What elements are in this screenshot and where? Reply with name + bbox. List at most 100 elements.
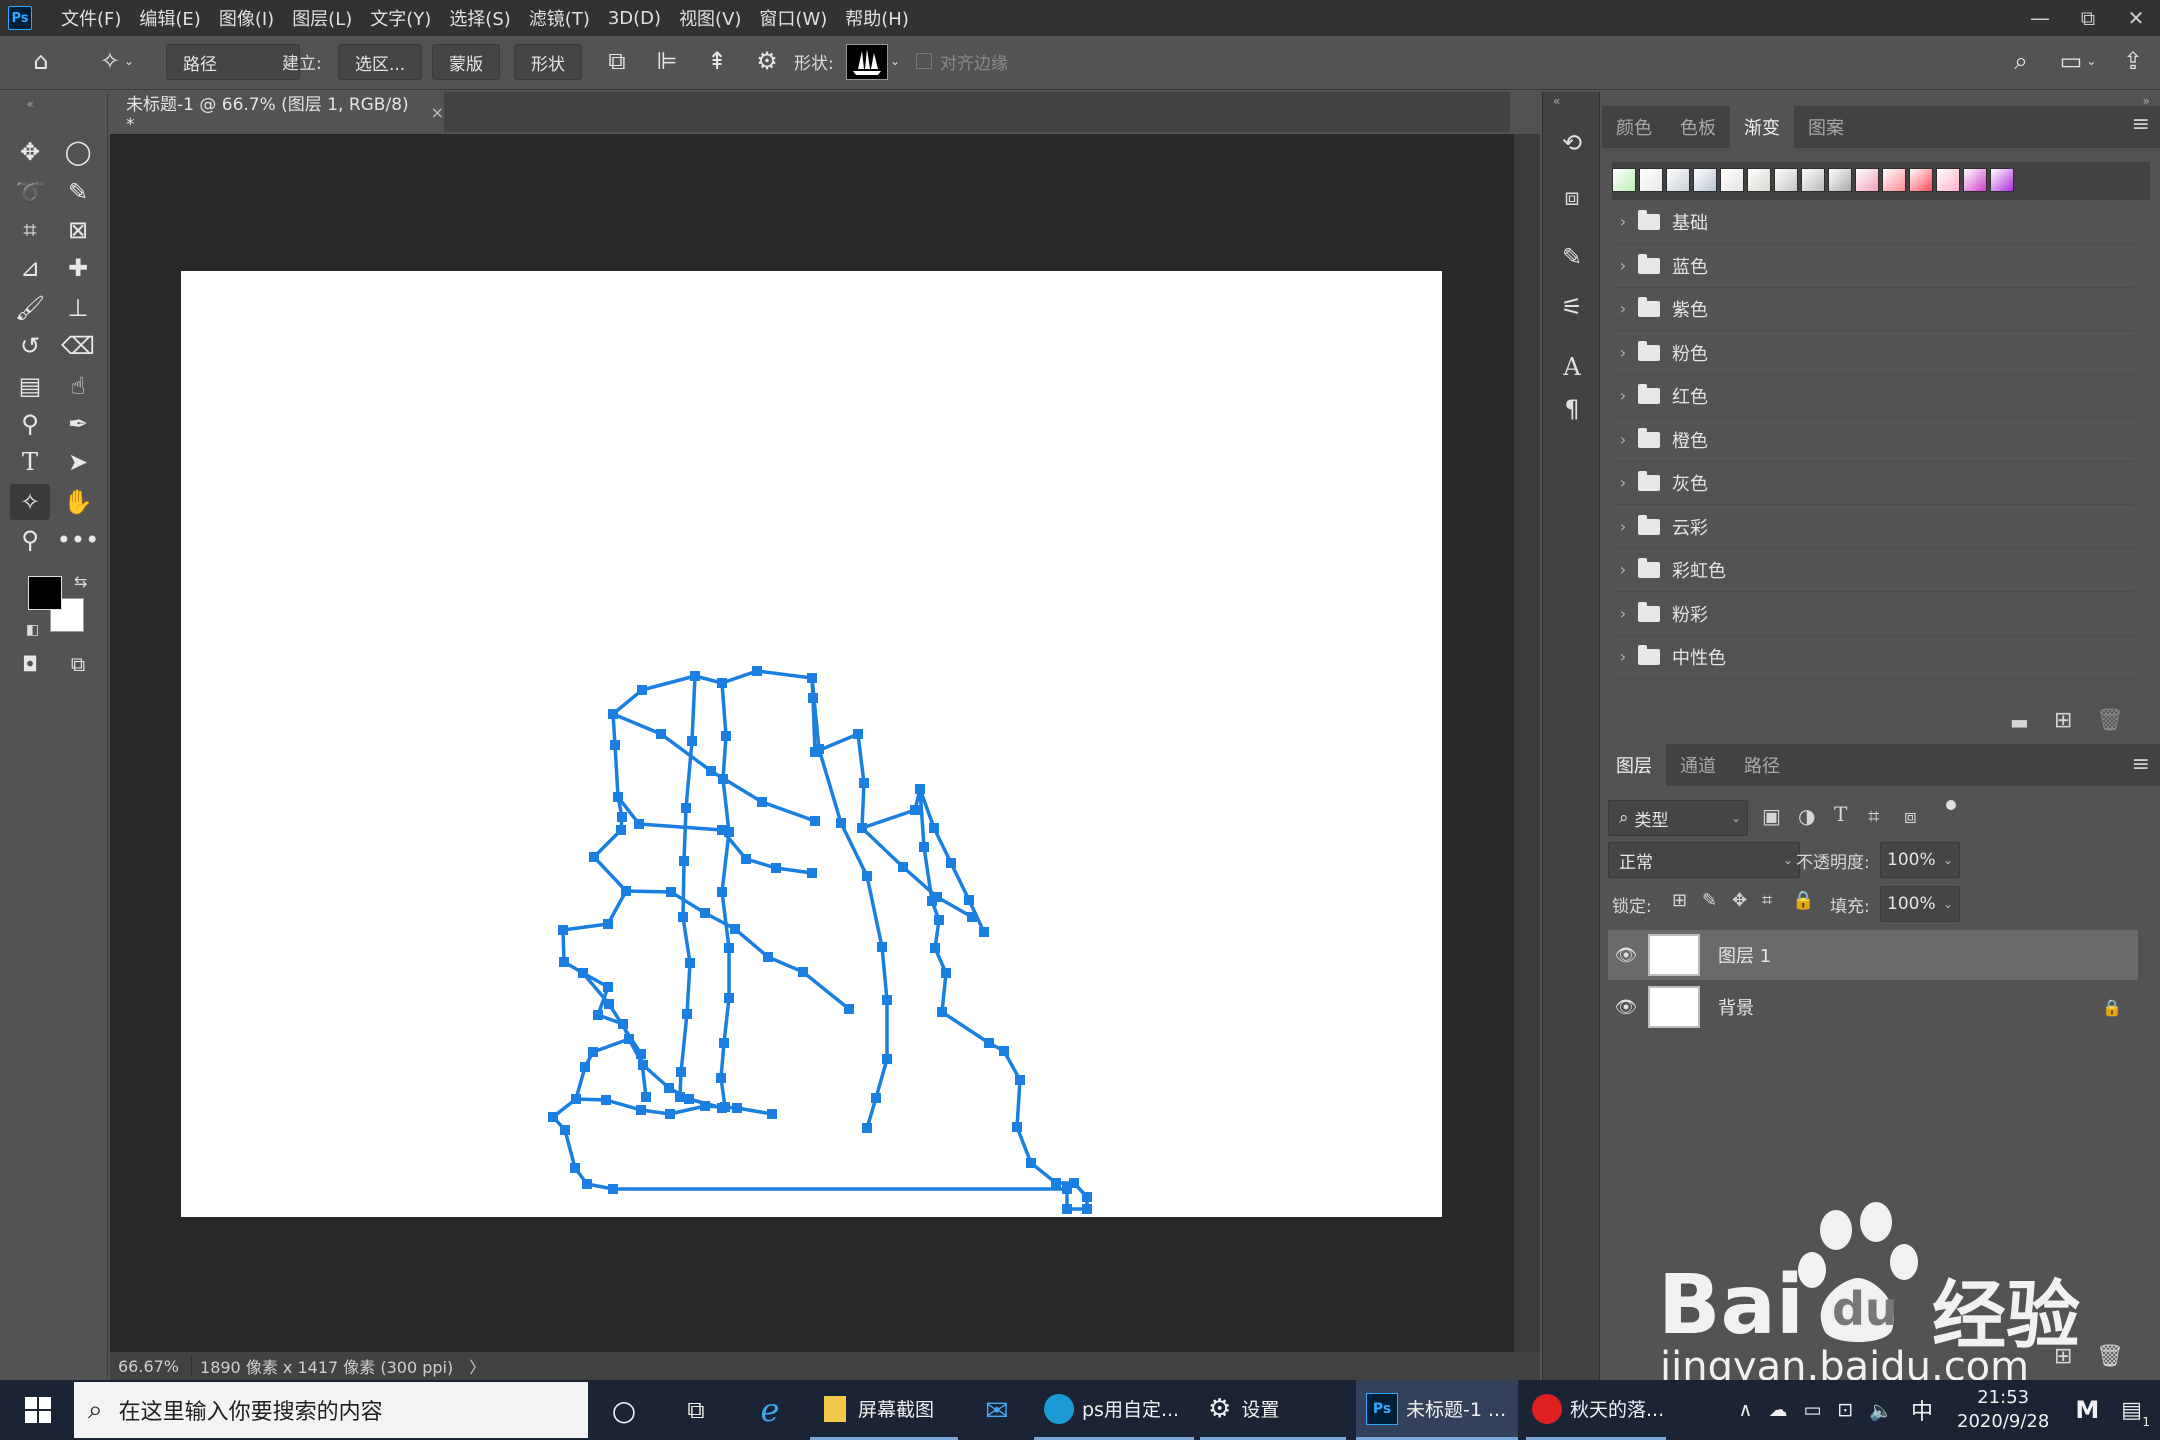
battery-icon[interactable]: ▭ [1795, 1399, 1829, 1421]
gradient-folder[interactable]: › 紫色 [1612, 287, 2134, 331]
gradient-folder[interactable]: › 粉彩 [1612, 592, 2134, 636]
pen-tool-icon[interactable]: ✒ [58, 406, 98, 442]
path-anchor-point[interactable] [741, 854, 751, 864]
collapse-toolbar-icon[interactable]: « [10, 96, 50, 112]
zoom-tool-icon[interactable]: ⚲ [10, 522, 50, 558]
layer-row[interactable]: 👁 图层 1 [1608, 930, 2138, 980]
volume-icon[interactable]: 🔈 [1861, 1399, 1901, 1422]
path-anchor-point[interactable] [862, 1123, 872, 1133]
path-anchor-point[interactable] [984, 1038, 994, 1048]
path-anchor-point[interactable] [617, 812, 627, 822]
minimize-button[interactable]: — [2016, 0, 2064, 36]
hand-tool-icon[interactable]: ✋ [58, 484, 98, 520]
path-anchor-point[interactable] [634, 819, 644, 829]
path-anchor-point[interactable] [548, 1112, 558, 1122]
gradient-swatch[interactable] [1801, 168, 1825, 192]
close-icon[interactable]: × [431, 103, 444, 122]
path-anchor-point[interactable] [616, 825, 626, 835]
shape-picker-ship-icon[interactable] [846, 44, 888, 80]
path-anchor-point[interactable] [717, 678, 727, 688]
path-anchor-point[interactable] [621, 886, 631, 896]
path-anchor-point[interactable] [1026, 1158, 1036, 1168]
menu-filter[interactable]: 滤镜(T) [520, 5, 599, 31]
notification-icon[interactable]: ▤ 1 [2111, 1398, 2160, 1429]
eye-icon[interactable]: 👁 [1608, 997, 1644, 1018]
path-anchor-point[interactable] [862, 871, 872, 881]
path-anchor-point[interactable] [844, 1004, 854, 1014]
path-anchor-point[interactable] [752, 666, 762, 676]
brush-tool-icon[interactable]: 🖌 [10, 290, 50, 326]
path-anchor-point[interactable] [798, 967, 808, 977]
path-anchor-point[interactable] [718, 774, 728, 784]
clock[interactable]: 21:53 2020/9/28 [1943, 1386, 2063, 1434]
taskbar-item-edge[interactable]: ps用自定... [1034, 1380, 1194, 1440]
gradient-swatch[interactable] [1963, 168, 1987, 192]
tab-channels[interactable]: 通道 [1666, 744, 1730, 786]
menu-edit[interactable]: 编辑(E) [130, 5, 209, 31]
path-anchor-point[interactable] [681, 803, 691, 813]
path-anchor-point[interactable] [571, 1094, 581, 1104]
gradient-swatch[interactable] [1936, 168, 1960, 192]
path-anchor-point[interactable] [593, 1010, 603, 1020]
path-anchor-point[interactable] [641, 1092, 651, 1102]
path-anchor-point[interactable] [1062, 1204, 1072, 1214]
path-anchor-point[interactable] [853, 729, 863, 739]
path-anchor-point[interactable] [603, 982, 613, 992]
custom-shape-tool-preset-icon[interactable]: ✧ ⌄ [88, 44, 146, 78]
gradient-folder[interactable]: › 彩虹色 [1612, 548, 2134, 592]
taskbar-item-photoshop[interactable]: Ps 未标题-1 ... [1356, 1380, 1518, 1440]
path-anchor-point[interactable] [675, 1092, 685, 1102]
path-anchor-point[interactable] [582, 1179, 592, 1189]
path-anchor-point[interactable] [810, 816, 820, 826]
fill-input[interactable]: 100% ⌄ [1880, 886, 1960, 922]
home-icon[interactable]: ⌂ [24, 44, 58, 78]
path-anchor-point[interactable] [915, 784, 925, 794]
make-shape-button[interactable]: 形状 [514, 44, 582, 80]
gradient-folder[interactable]: › 云彩 [1612, 505, 2134, 549]
gradient-swatch[interactable] [1828, 168, 1852, 192]
path-anchor-point[interactable] [608, 709, 618, 719]
internet-explorer-icon[interactable]: ℯ [748, 1380, 792, 1440]
path-anchor-point[interactable] [601, 1095, 611, 1105]
chevron-down-icon[interactable]: ⌄ [888, 44, 902, 78]
path-anchor-point[interactable] [636, 1049, 646, 1059]
filter-pixel-icon[interactable]: ▣ [1762, 804, 1781, 828]
lock-artboard-icon[interactable]: ⌗ [1762, 890, 1772, 911]
tab-layers[interactable]: 图层 [1602, 744, 1666, 786]
crop-tool-icon[interactable]: ⌗ [10, 212, 50, 248]
menu-file[interactable]: 文件(F) [52, 5, 130, 31]
cortana-icon[interactable]: ○ [604, 1380, 644, 1440]
path-anchor-point[interactable] [871, 1093, 881, 1103]
blend-mode-select[interactable]: 正常 ⌄ [1608, 842, 1800, 878]
path-anchor-point[interactable] [771, 863, 781, 873]
lock-position-icon[interactable]: ✥ [1732, 890, 1747, 911]
healing-brush-tool-icon[interactable]: ✚ [58, 250, 98, 286]
more-tools-icon[interactable]: ••• [57, 522, 99, 558]
brush-settings-icon[interactable]: ✎ [1553, 238, 1591, 276]
path-anchor-point[interactable] [700, 908, 710, 918]
gradient-swatch[interactable] [1720, 168, 1744, 192]
clone-stamp-tool-icon[interactable]: ⊥ [58, 290, 98, 326]
new-group-folder-icon[interactable]: ▬ [2010, 710, 2029, 734]
status-menu-arrow[interactable]: 〉 [461, 1354, 493, 1378]
network-icon[interactable]: ⊡ [1829, 1399, 1861, 1421]
path-anchor-point[interactable] [932, 892, 942, 902]
path-anchor-point[interactable] [836, 818, 846, 828]
path-anchor-point[interactable] [656, 729, 666, 739]
gradient-swatch[interactable] [1882, 168, 1906, 192]
path-anchor-point[interactable] [1082, 1192, 1092, 1202]
path-anchor-point[interactable] [967, 912, 977, 922]
tab-patterns[interactable]: 图案 [1794, 106, 1858, 148]
gradient-swatch[interactable] [1774, 168, 1798, 192]
smudge-tool-icon[interactable]: ☝ [58, 368, 98, 404]
align-edges-checkbox[interactable]: 对齐边缘 [916, 44, 1008, 78]
path-anchor-point[interactable] [882, 1054, 892, 1064]
history-panel-icon[interactable]: ⟲ [1553, 124, 1591, 162]
path-anchor-point[interactable] [1051, 1178, 1061, 1188]
path-anchor-point[interactable] [859, 778, 869, 788]
eye-icon[interactable]: 👁 [1608, 945, 1644, 966]
character-panel-icon[interactable]: A [1553, 348, 1591, 386]
path-operations-icon[interactable]: ⧉ [600, 44, 634, 78]
default-colors-icon[interactable]: ◧ [26, 622, 39, 638]
swap-colors-icon[interactable]: ⇆ [74, 572, 87, 591]
